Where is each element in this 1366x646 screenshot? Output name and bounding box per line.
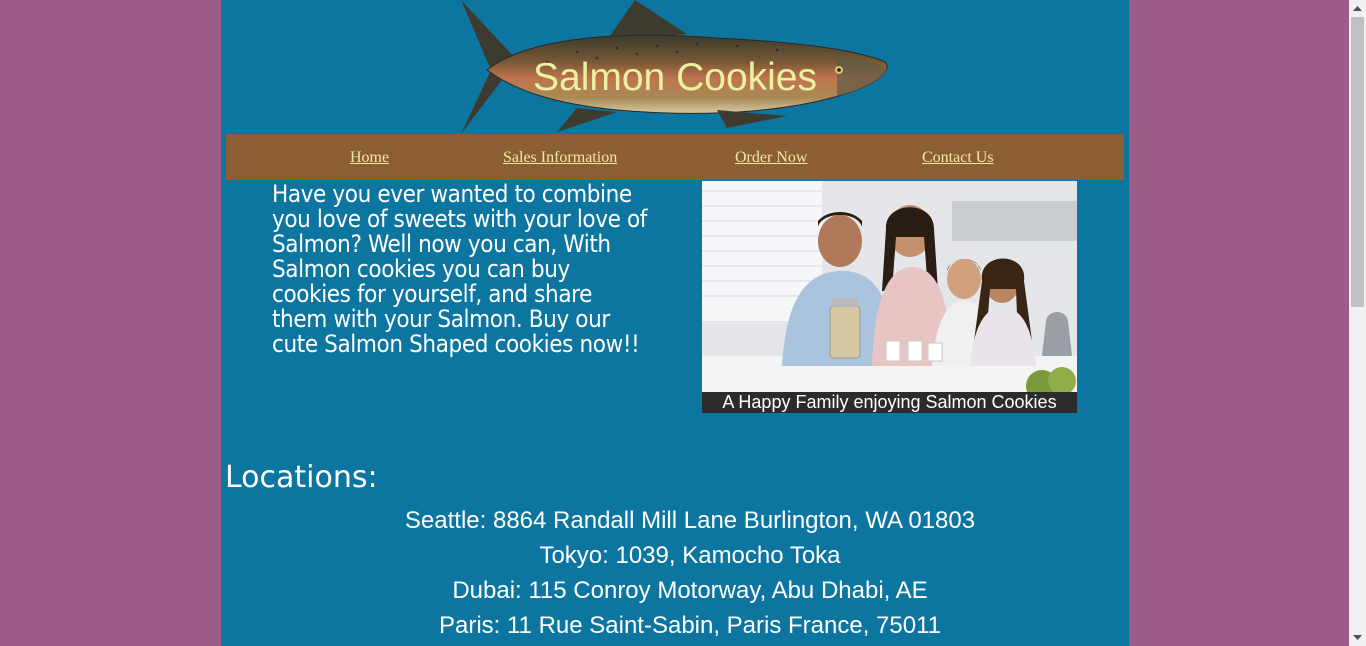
site-header: Salmon Cookies bbox=[221, 0, 1129, 134]
photo-caption: A Happy Family enjoying Salmon Cookies bbox=[702, 392, 1077, 413]
nav-link-home[interactable]: Home bbox=[350, 149, 389, 167]
site-title-text: Salmon Cookies bbox=[533, 56, 817, 99]
page-container: Salmon Cookies Home Sales Information Or… bbox=[221, 0, 1129, 646]
scrollbar-thumb[interactable] bbox=[1351, 17, 1364, 307]
family-photo bbox=[702, 181, 1077, 392]
scroll-up-arrow-icon[interactable] bbox=[1349, 0, 1366, 17]
locations-heading: Locations: bbox=[225, 460, 378, 495]
location-item-paris: Paris: 11 Rue Saint-Sabin, Paris France,… bbox=[438, 612, 942, 639]
location-item-tokyo: Tokyo: 1039, Kamocho Toka bbox=[539, 542, 841, 569]
vertical-scrollbar[interactable] bbox=[1349, 0, 1366, 646]
location-item-seattle: Seattle: 8864 Randall Mill Lane Burlingt… bbox=[404, 507, 976, 534]
locations-list: Seattle: 8864 Randall Mill Lane Burlingt… bbox=[221, 503, 1159, 643]
intro-text: Have you ever wanted to combine you love… bbox=[272, 180, 647, 358]
nav-link-contact-us[interactable]: Contact Us bbox=[922, 149, 994, 167]
site-title: Salmon Cookies bbox=[221, 56, 1129, 100]
nav-link-order-now[interactable]: Order Now bbox=[735, 149, 807, 167]
scroll-down-arrow-icon[interactable] bbox=[1349, 629, 1366, 646]
location-item-dubai: Dubai: 115 Conroy Motorway, Abu Dhabi, A… bbox=[452, 577, 928, 604]
main-nav: Home Sales Information Order Now Contact… bbox=[226, 134, 1124, 180]
family-photo-figure: A Happy Family enjoying Salmon Cookies bbox=[702, 181, 1077, 413]
nav-link-sales-information[interactable]: Sales Information bbox=[503, 149, 617, 167]
